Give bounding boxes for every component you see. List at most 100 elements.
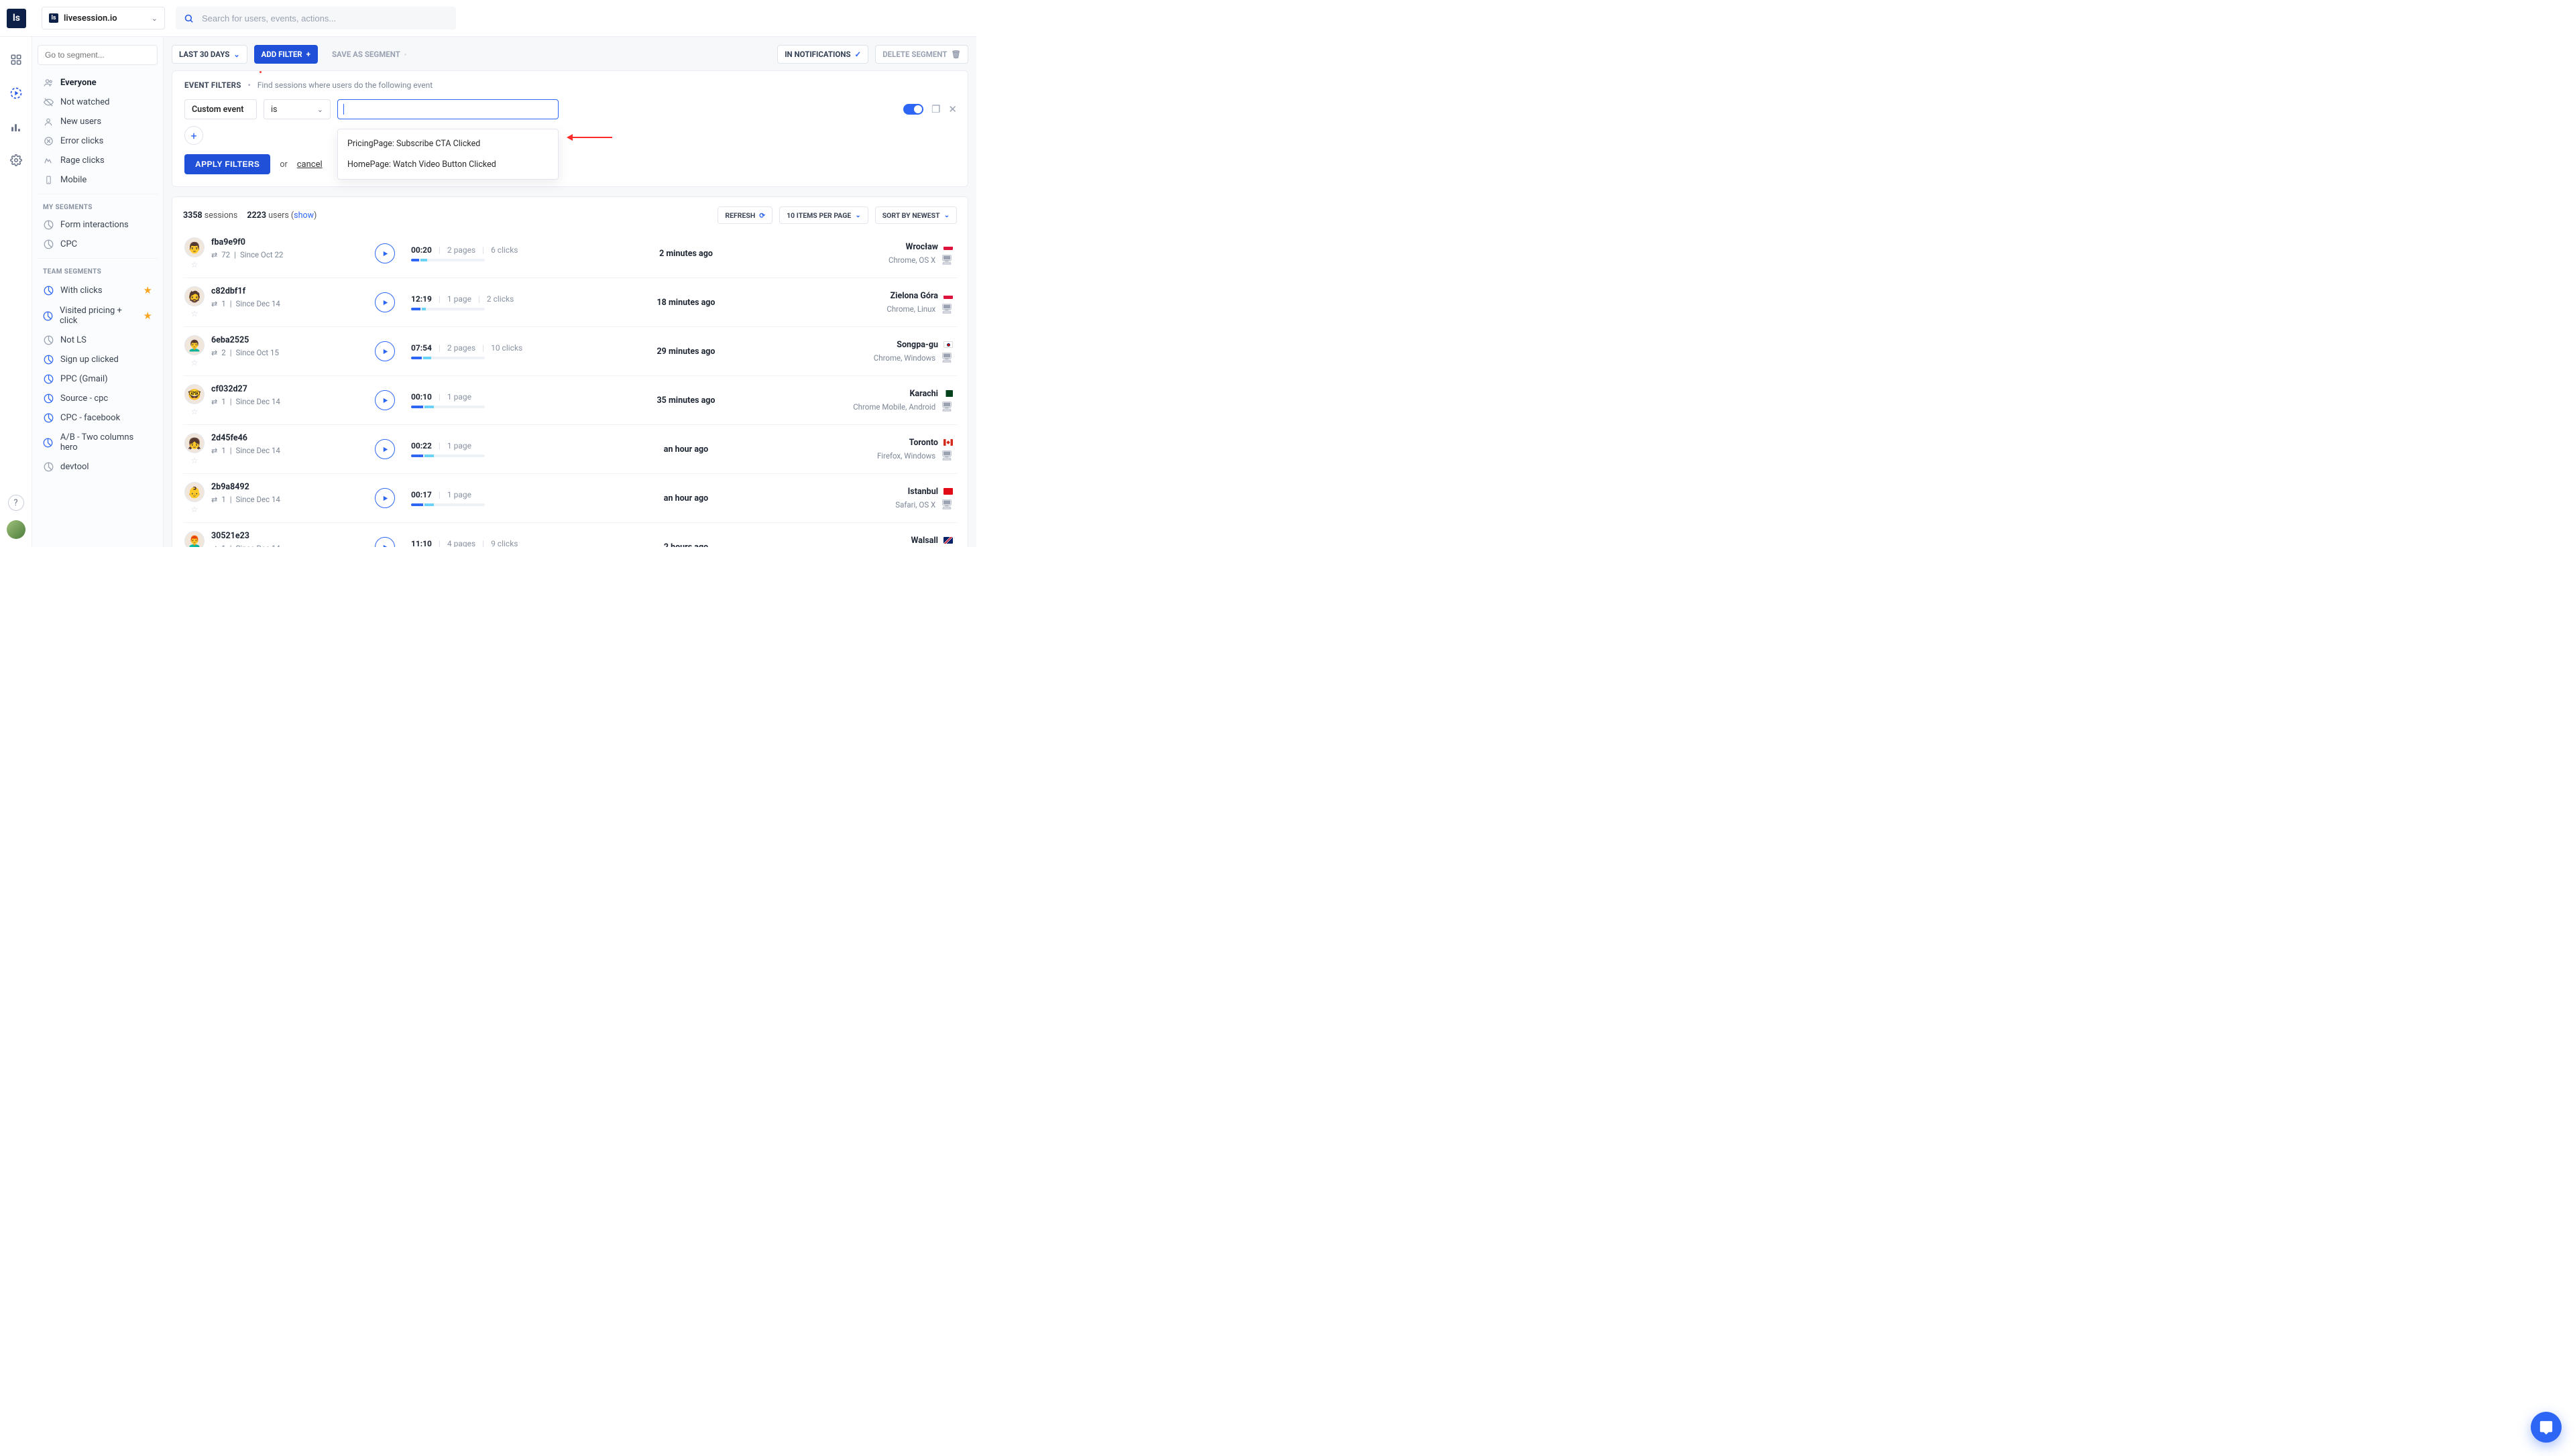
sidebar-item[interactable]: Rage clicks — [38, 151, 158, 170]
user-avatar[interactable] — [7, 520, 25, 539]
goto-segment-input[interactable] — [38, 45, 158, 65]
add-condition-button[interactable]: + — [184, 126, 203, 145]
rail-settings-icon[interactable] — [5, 149, 27, 171]
sidebar-item[interactable]: Everyone — [38, 73, 158, 93]
filter-value-input[interactable] — [337, 99, 559, 119]
sidebar-item[interactable]: Sign up clicked — [38, 350, 158, 369]
activity-bar — [411, 259, 485, 261]
device-icon: 🖥 — [941, 304, 953, 314]
star-icon: ★ — [144, 284, 152, 296]
favorite-star-icon[interactable]: ☆ — [191, 260, 198, 269]
sidebar-item-label: CPC - facebook — [60, 413, 120, 423]
chevron-down-icon: ⌄ — [152, 14, 158, 23]
sidebar-item[interactable]: Form interactions — [38, 215, 158, 235]
filter-type-select[interactable]: Custom event — [184, 99, 257, 119]
sidebar-item[interactable]: Error clicks — [38, 131, 158, 151]
play-button[interactable] — [375, 390, 395, 410]
play-button[interactable] — [375, 488, 395, 508]
play-button[interactable] — [375, 439, 395, 459]
device-icon: 🖥 — [941, 450, 953, 461]
session-row[interactable]: 👶☆2b9a8492⇄ 1 | Since Dec 1400:17|1 page… — [183, 474, 957, 523]
sidebar-item[interactable]: Mobile — [38, 170, 158, 190]
rail-analytics-icon[interactable] — [5, 116, 27, 137]
sidebar-item[interactable]: With clicks★ — [38, 280, 158, 301]
dropdown-option[interactable]: PricingPage: Subscribe CTA Clicked — [338, 133, 558, 154]
user-avatar-icon: 🧔 — [184, 286, 205, 306]
site-icon: ls — [49, 13, 58, 23]
favorite-star-icon[interactable]: ☆ — [191, 358, 198, 367]
sidebar-item[interactable]: CPC — [38, 235, 158, 254]
sidebar-item[interactable]: Not watched — [38, 93, 158, 112]
flag-icon — [943, 390, 953, 397]
help-icon[interactable]: ? — [8, 495, 24, 511]
sidebar-item-label: Not watched — [60, 97, 109, 107]
play-button[interactable] — [375, 341, 395, 361]
search-input[interactable] — [202, 13, 448, 23]
session-row[interactable]: 👧☆2d45fe46⇄ 1 | Since Dec 1400:22|1 page… — [183, 425, 957, 474]
user-avatar-icon: 👨 — [184, 237, 205, 257]
rail-sessions-icon[interactable] — [5, 82, 27, 104]
copy-icon[interactable]: ❐ — [931, 103, 940, 115]
session-row[interactable]: 👨‍🦱☆6eba2525⇄ 2 | Since Oct 1507:54|2 pa… — [183, 327, 957, 376]
global-search[interactable] — [176, 7, 456, 29]
sidebar-item[interactable]: CPC - facebook — [38, 408, 158, 428]
play-button[interactable] — [375, 537, 395, 547]
pie-icon — [43, 355, 54, 365]
apply-filters-button[interactable]: APPLY FILTERS — [184, 154, 270, 174]
toolbar: LAST 30 DAYS⌄ ADD FILTER+ SAVE AS SEGMEN… — [172, 45, 968, 64]
user-meta: ⇄ 72 | Since Oct 22 — [211, 250, 283, 259]
sidebar-item[interactable]: Not LS — [38, 330, 158, 350]
sidebar-item-label: Rage clicks — [60, 156, 105, 166]
sidebar-item[interactable]: Source - cpc — [38, 389, 158, 408]
favorite-star-icon[interactable]: ☆ — [191, 505, 198, 514]
play-button[interactable] — [375, 243, 395, 263]
sidebar-item[interactable]: A/B - Two columns hero — [38, 428, 158, 457]
in-notifications-button[interactable]: IN NOTIFICATIONS✓ — [777, 45, 868, 64]
per-page-select[interactable]: 10 ITEMS PER PAGE⌄ — [779, 206, 868, 224]
flag-icon — [943, 341, 953, 348]
show-users-link[interactable]: show — [294, 210, 314, 221]
sidebar-item-label: PPC (Gmail) — [60, 374, 108, 384]
session-row[interactable]: 🤓☆cf032d27⇄ 1 | Since Dec 1400:10|1 page… — [183, 376, 957, 425]
play-button[interactable] — [375, 292, 395, 312]
filter-condition-select[interactable]: is⌄ — [264, 99, 331, 119]
cancel-link[interactable]: cancel — [297, 160, 323, 170]
user-avatar-icon: 🤓 — [184, 384, 205, 404]
user-id: 2b9a8492 — [211, 482, 280, 492]
refresh-button[interactable]: REFRESH⟳ — [718, 206, 772, 224]
user-avatar-icon: 👧 — [184, 433, 205, 453]
time-ago: an hour ago — [612, 493, 760, 503]
activity-bar — [411, 406, 485, 408]
activity-bar — [411, 308, 485, 310]
favorite-star-icon[interactable]: ☆ — [191, 456, 198, 465]
add-filter-button[interactable]: ADD FILTER+ — [254, 45, 318, 64]
close-icon[interactable]: ✕ — [948, 103, 957, 115]
nav-rail: ? — [0, 37, 32, 547]
delete-segment-button[interactable]: DELETE SEGMENT🗑 — [875, 45, 968, 64]
environment: Chrome, Linux — [886, 304, 935, 314]
session-row[interactable]: 👨☆fba9e9f0⇄ 72 | Since Oct 2200:20|2 pag… — [183, 229, 957, 278]
sidebar-item[interactable]: Visited pricing + click★ — [38, 301, 158, 330]
session-row[interactable]: 🧔☆c82dbf1f⇄ 1 | Since Dec 1412:19|1 page… — [183, 278, 957, 327]
rail-dashboard-icon[interactable] — [5, 49, 27, 70]
sidebar-item[interactable]: New users — [38, 112, 158, 131]
environment: Firefox, Windows — [877, 451, 935, 461]
device-icon: 🖥 — [941, 255, 953, 265]
my-segments-heading: MY SEGMENTS — [38, 194, 158, 215]
favorite-star-icon[interactable]: ☆ — [191, 407, 198, 416]
sidebar-item-label: Form interactions — [60, 220, 129, 230]
chat-fab[interactable] — [2531, 1412, 2562, 1443]
sidebar-item[interactable]: PPC (Gmail) — [38, 369, 158, 389]
pie-icon — [43, 438, 54, 448]
session-row[interactable]: 👨‍🦰☆30521e23⇄ 1 | Since Dec 1411:10|4 pa… — [183, 523, 957, 547]
sidebar-item-label: New users — [60, 117, 101, 127]
sort-select[interactable]: SORT BY NEWEST⌄ — [875, 206, 957, 224]
sidebar-item[interactable]: devtool — [38, 457, 158, 477]
favorite-star-icon[interactable]: ☆ — [191, 309, 198, 318]
site-selector[interactable]: ls livesession.io ⌄ — [42, 7, 165, 29]
filter-toggle[interactable] — [903, 104, 923, 115]
dropdown-option[interactable]: HomePage: Watch Video Button Clicked — [338, 154, 558, 175]
date-range-button[interactable]: LAST 30 DAYS⌄ — [172, 45, 247, 64]
pie-icon — [43, 462, 54, 472]
user-id: cf032d27 — [211, 384, 280, 394]
